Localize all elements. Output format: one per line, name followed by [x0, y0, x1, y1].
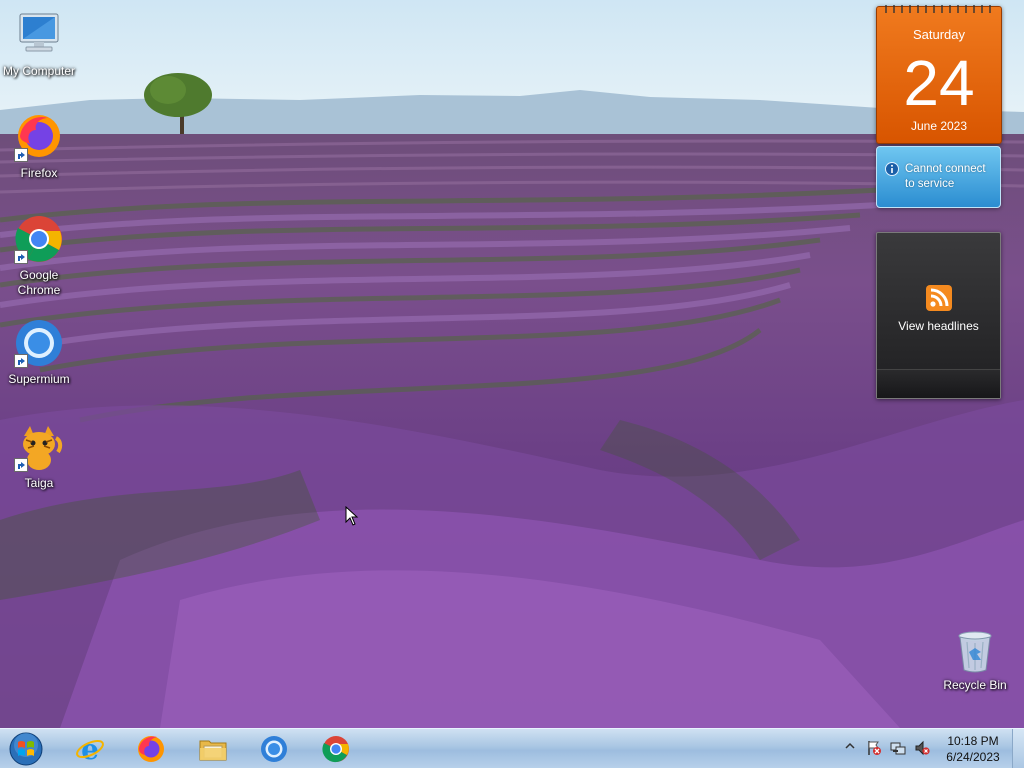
- shortcut-arrow-icon: [14, 148, 28, 162]
- windows-start-orb-icon: [9, 732, 43, 766]
- firefox-icon: [14, 112, 64, 162]
- taskbar: e 10:18 PM 6/24/2023: [0, 728, 1024, 768]
- action-center-flag-icon[interactable]: [866, 740, 882, 756]
- feed-gadget-footer: [877, 369, 1000, 398]
- desktop-icon-label: Google Chrome: [17, 268, 61, 297]
- desktop-icon-label: Taiga: [24, 476, 54, 490]
- desktop-icon-recycle-bin[interactable]: Recycle Bin: [936, 630, 1014, 693]
- desktop-icon-label: My Computer: [2, 64, 76, 78]
- weather-gadget[interactable]: Cannot connect to service: [876, 146, 1001, 208]
- recycle-bin-icon: [955, 630, 995, 674]
- mouse-pointer-icon: [345, 506, 359, 526]
- desktop-icon-label: Recycle Bin: [943, 678, 1007, 692]
- taskbar-internet-explorer[interactable]: e: [62, 731, 118, 767]
- desktop-icon-taiga[interactable]: Taiga: [0, 422, 78, 491]
- shortcut-arrow-icon: [14, 250, 28, 264]
- supermium-icon: [14, 318, 64, 368]
- chrome-icon: [322, 736, 349, 763]
- show-desktop-button[interactable]: [1012, 729, 1024, 768]
- shortcut-arrow-icon: [14, 354, 28, 368]
- start-button[interactable]: [6, 731, 46, 767]
- svg-text:e: e: [81, 734, 99, 764]
- taskbar-supermium[interactable]: [246, 731, 302, 767]
- firefox-icon: [138, 736, 164, 762]
- desktop-wallpaper[interactable]: [0, 0, 1024, 728]
- desktop-icon-my-computer[interactable]: My Computer: [0, 10, 78, 79]
- feed-headlines-gadget[interactable]: View headlines: [876, 232, 1001, 399]
- desktop-icon-google-chrome[interactable]: Google Chrome: [0, 214, 78, 298]
- volume-muted-icon[interactable]: [914, 740, 930, 756]
- folder-icon: [199, 740, 227, 761]
- taiga-cat-icon: [14, 422, 64, 472]
- lavender-field-image: [0, 0, 1024, 728]
- calendar-gadget[interactable]: Saturday 24 June 2023: [876, 5, 1002, 144]
- network-icon[interactable]: [890, 740, 906, 756]
- show-hidden-icons-chevron-icon[interactable]: [845, 741, 855, 751]
- taskbar-firefox[interactable]: [123, 731, 179, 767]
- info-icon: [885, 162, 899, 176]
- desktop-icon-firefox[interactable]: Firefox: [0, 112, 78, 181]
- spiral-binding: [885, 5, 991, 13]
- weather-error-message: Cannot connect to service: [905, 163, 986, 190]
- computer-icon: [14, 10, 64, 60]
- shortcut-arrow-icon: [14, 458, 28, 472]
- rss-icon: [926, 285, 952, 311]
- taskbar-windows-explorer[interactable]: [185, 731, 241, 767]
- desktop-icon-label: Supermium: [8, 372, 70, 386]
- calendar-date: 24: [903, 47, 975, 119]
- taskbar-google-chrome[interactable]: [308, 731, 364, 767]
- clock-time: 10:18 PM: [947, 734, 999, 748]
- desktop-icon-supermium[interactable]: Supermium: [0, 318, 78, 387]
- clock-date: 6/24/2023: [946, 750, 1000, 764]
- chrome-icon: [14, 214, 64, 264]
- desktop-icon-label: Firefox: [20, 166, 58, 180]
- supermium-icon: [261, 736, 287, 762]
- internet-explorer-icon: e: [76, 734, 104, 764]
- view-headlines-link[interactable]: View headlines: [877, 319, 1000, 333]
- taskbar-clock[interactable]: 10:18 PM 6/24/2023: [940, 733, 1006, 765]
- calendar-weekday: Saturday: [912, 27, 966, 42]
- calendar-month-year: June 2023: [910, 119, 968, 133]
